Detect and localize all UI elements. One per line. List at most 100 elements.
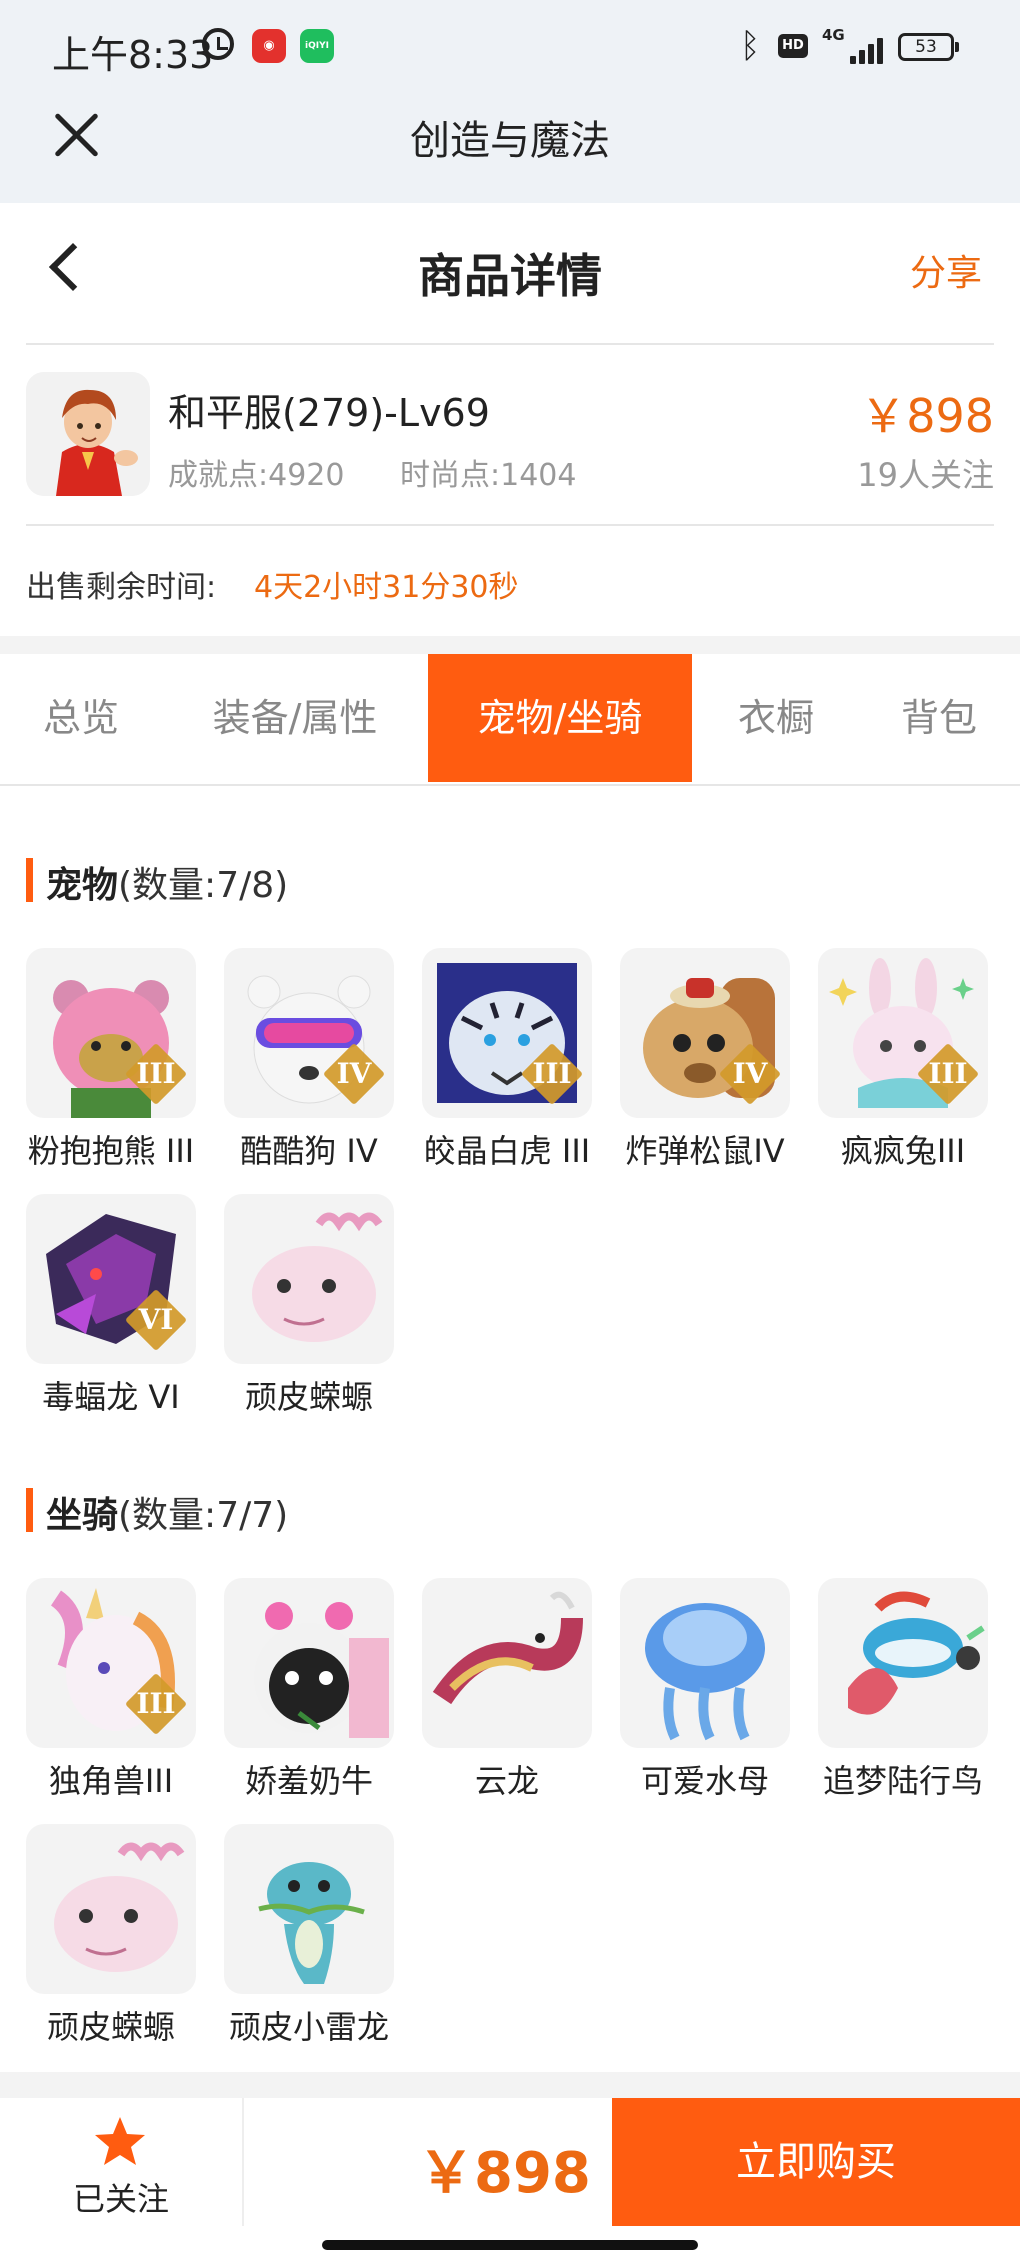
- bluetooth-icon: ᛒ: [740, 26, 761, 66]
- mounts-title: 坐骑: [46, 1495, 119, 1536]
- top-bar: 上午8:33 ◉ iQIYI ᛒ HD 4G 53 创造与魔法: [0, 0, 1020, 203]
- alarm-icon: [202, 28, 234, 60]
- crazy-rabbit-icon: III: [818, 948, 988, 1118]
- divider: [0, 784, 1020, 786]
- dream-chocobo-icon: [818, 1578, 988, 1748]
- tier-badge: III: [124, 1672, 188, 1736]
- tab-wardrobe[interactable]: 衣橱: [716, 654, 836, 782]
- mount-name: 独角兽III: [48, 1762, 174, 1800]
- tier-badge-label: III: [532, 1057, 572, 1090]
- hd-icon: HD: [778, 34, 808, 58]
- pet-name: 皎晶白虎 III: [423, 1132, 591, 1170]
- naughty-thunder-dragon-icon: [224, 1824, 394, 1994]
- tier-badge: IV: [322, 1042, 386, 1106]
- signal-icon: [836, 36, 886, 64]
- mount-item[interactable]: 可爱水母: [620, 1578, 790, 1802]
- section-gap: [0, 2072, 1020, 2098]
- pet-name: 毒蝠龙 VI: [42, 1378, 180, 1416]
- tier-badge-label: III: [136, 1687, 176, 1720]
- tier-badge-label: IV: [732, 1057, 768, 1090]
- tier-badge-label: III: [136, 1057, 176, 1090]
- tier-badge-label: VI: [138, 1303, 174, 1336]
- bottom-price: ￥898: [418, 2141, 591, 2206]
- bomb-squirrel-icon: IV: [620, 948, 790, 1118]
- tier-badge: IV: [718, 1042, 782, 1106]
- remaining-time-label: 出售剩余时间:: [26, 570, 217, 605]
- pet-item[interactable]: III 疯疯兔III: [818, 948, 988, 1172]
- tab-pets-mounts[interactable]: 宠物/坐骑: [428, 654, 692, 782]
- pet-item[interactable]: III 皎晶白虎 III: [422, 948, 592, 1172]
- pet-name: 炸弹松鼠IV: [625, 1132, 785, 1170]
- mount-name: 顽皮蝾螈: [46, 2008, 175, 2046]
- achievement-points: 成就点:4920: [168, 458, 345, 493]
- unicorn-icon: III: [26, 1578, 196, 1748]
- naughty-axolotl-icon: [224, 1194, 394, 1364]
- buy-now-button[interactable]: 立即购买: [612, 2098, 1020, 2226]
- pets-title: 宠物: [46, 865, 119, 906]
- tier-badge: VI: [124, 1288, 188, 1352]
- character-avatar: [26, 372, 150, 496]
- mount-name: 娇羞奶牛: [244, 1762, 373, 1800]
- page-title: 商品详情: [418, 249, 602, 303]
- remaining-time-value: 4天2小时31分30秒: [254, 570, 519, 605]
- pets-count: (数量:7/8): [118, 865, 289, 906]
- mount-name: 可爱水母: [640, 1762, 769, 1800]
- pet-name: 粉抱抱熊 III: [27, 1132, 195, 1170]
- mount-name: 云龙: [474, 1762, 539, 1800]
- mounts-section-title: 坐骑(数量:7/7): [46, 1486, 288, 1538]
- mount-item[interactable]: 追梦陆行鸟: [818, 1578, 988, 1802]
- pet-name: 顽皮蝾螈: [244, 1378, 373, 1416]
- product-price: ￥898: [860, 389, 994, 443]
- tier-badge: III: [124, 1042, 188, 1106]
- divider: [242, 2098, 244, 2226]
- iqiyi-app-icon: iQIYI: [300, 29, 334, 63]
- mount-item[interactable]: 顽皮蝾螈: [26, 1824, 196, 2048]
- poison-bat-dragon-icon: VI: [26, 1194, 196, 1364]
- white-tiger-icon: III: [422, 948, 592, 1118]
- pet-item[interactable]: VI 毒蝠龙 VI: [26, 1194, 196, 1418]
- pet-name: 疯疯兔III: [840, 1132, 966, 1170]
- section-gap: [0, 636, 1020, 654]
- section-marker: [26, 1488, 33, 1532]
- pet-name: 酷酷狗 IV: [240, 1132, 378, 1170]
- app-title: 创造与魔法: [410, 118, 610, 164]
- cool-dog-icon: IV: [224, 948, 394, 1118]
- mount-name: 顽皮小雷龙: [228, 2008, 389, 2046]
- home-indicator[interactable]: [322, 2240, 698, 2250]
- tab-bar: 总览 装备/属性 宠物/坐骑 衣橱 背包: [0, 654, 1020, 784]
- cloud-dragon-icon: [422, 1578, 592, 1748]
- divider: [26, 343, 994, 345]
- mount-item[interactable]: III 独角兽III: [26, 1578, 196, 1802]
- battery-icon: 53: [898, 33, 959, 61]
- mount-item[interactable]: 娇羞奶牛: [224, 1578, 394, 1802]
- tier-badge-label: IV: [336, 1057, 372, 1090]
- tab-equipment[interactable]: 装备/属性: [190, 654, 400, 782]
- tier-badge-label: III: [928, 1057, 968, 1090]
- pink-bear-icon: III: [26, 948, 196, 1118]
- jellyfish-icon: [620, 1578, 790, 1748]
- pet-item[interactable]: III 粉抱抱熊 III: [26, 948, 196, 1172]
- product-name: 和平服(279)-Lv69: [168, 391, 490, 435]
- star-icon[interactable]: [92, 2114, 148, 2170]
- tab-overview[interactable]: 总览: [16, 654, 146, 782]
- status-time: 上午8:33: [52, 33, 214, 77]
- section-marker: [26, 858, 33, 902]
- tier-badge: III: [520, 1042, 584, 1106]
- fashion-points: 时尚点:1404: [400, 458, 577, 493]
- tier-badge: III: [916, 1042, 980, 1106]
- music-app-icon: ◉: [252, 29, 286, 63]
- pet-item[interactable]: 顽皮蝾螈: [224, 1194, 394, 1418]
- divider: [26, 524, 994, 526]
- mount-name: 追梦陆行鸟: [822, 1762, 983, 1800]
- follow-button[interactable]: 已关注: [56, 2174, 186, 2220]
- mounts-count: (数量:7/7): [118, 1495, 289, 1536]
- mount-item[interactable]: 顽皮小雷龙: [224, 1824, 394, 2048]
- pet-item[interactable]: IV 酷酷狗 IV: [224, 948, 394, 1172]
- shy-cow-icon: [224, 1578, 394, 1748]
- share-button[interactable]: 分享: [910, 244, 982, 296]
- follower-count: 19人关注: [857, 456, 994, 494]
- pet-item[interactable]: IV 炸弹松鼠IV: [620, 948, 790, 1172]
- tab-backpack[interactable]: 背包: [876, 654, 1002, 782]
- bottom-bar: 已关注 ￥898 立即购买: [0, 2098, 1020, 2226]
- mount-item[interactable]: 云龙: [422, 1578, 592, 1802]
